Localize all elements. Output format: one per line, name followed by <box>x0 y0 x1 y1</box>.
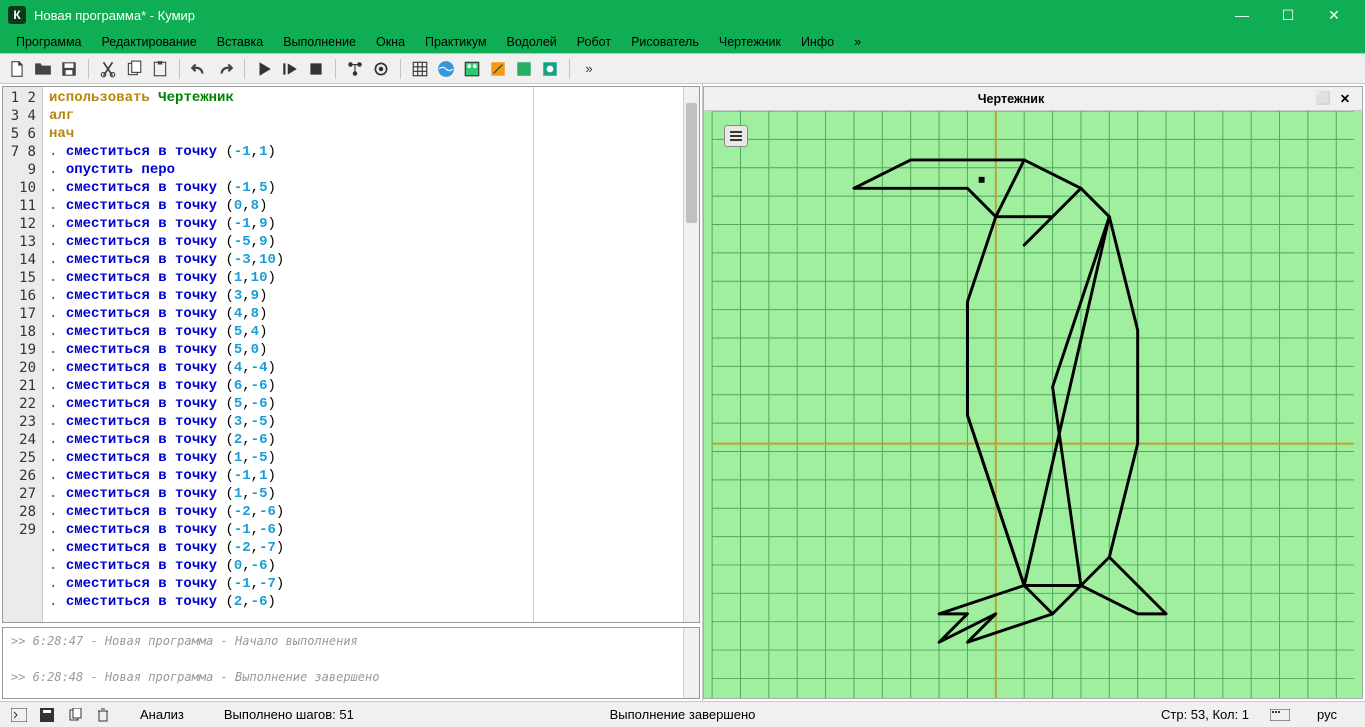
keyboard-icon[interactable] <box>1269 706 1291 724</box>
turtle-icon[interactable] <box>539 58 561 80</box>
undo-icon[interactable] <box>188 58 210 80</box>
step-icon[interactable] <box>279 58 301 80</box>
main-area: 1 2 3 4 5 6 7 8 9 10 11 12 13 14 15 16 1… <box>0 84 1365 701</box>
painter-icon[interactable] <box>487 58 509 80</box>
menu-рисователь[interactable]: Рисователь <box>621 32 709 52</box>
menu-водолей[interactable]: Водолей <box>497 32 567 52</box>
toolbar: » <box>0 54 1365 84</box>
canvas-title: Чертежник <box>710 92 1312 106</box>
menu-редактирование[interactable]: Редактирование <box>92 32 207 52</box>
line-numbers: 1 2 3 4 5 6 7 8 9 10 11 12 13 14 15 16 1… <box>3 87 43 622</box>
menu-программа[interactable]: Программа <box>6 32 92 52</box>
paste-icon[interactable] <box>149 58 171 80</box>
title-bar: К Новая программа* - Кумир — ☐ ✕ <box>0 0 1365 30</box>
canvas-menu-button[interactable] <box>724 125 748 147</box>
window-title: Новая программа* - Кумир <box>34 8 1219 23</box>
status-bar: Анализ Выполнено шагов: 51 Выполнение за… <box>0 701 1365 727</box>
menu-выполнение[interactable]: Выполнение <box>273 32 366 52</box>
console-toggle-icon[interactable] <box>8 706 30 724</box>
menu-»[interactable]: » <box>844 32 871 52</box>
menu-чертежник[interactable]: Чертежник <box>709 32 791 52</box>
delete-status-icon[interactable] <box>92 706 114 724</box>
editor-margin <box>533 87 683 622</box>
new-file-icon[interactable] <box>6 58 28 80</box>
console: >> 6:28:47 - Новая программа - Начало вы… <box>2 627 700 699</box>
maximize-button[interactable]: ☐ <box>1265 0 1311 30</box>
water-icon[interactable] <box>435 58 457 80</box>
save-status-icon[interactable] <box>36 706 58 724</box>
maximize-canvas-icon[interactable]: ⬜ <box>1312 89 1334 109</box>
robot-icon[interactable] <box>461 58 483 80</box>
drawing-panel: Чертежник ⬜ ✕ <box>703 86 1363 699</box>
menu-инфо[interactable]: Инфо <box>791 32 844 52</box>
close-canvas-icon[interactable]: ✕ <box>1334 89 1356 109</box>
cut-icon[interactable] <box>97 58 119 80</box>
status-language: рус <box>1317 707 1337 722</box>
menu-робот[interactable]: Робот <box>567 32 621 52</box>
save-file-icon[interactable] <box>58 58 80 80</box>
copy-status-icon[interactable] <box>64 706 86 724</box>
module-icon[interactable] <box>344 58 366 80</box>
menu-окна[interactable]: Окна <box>366 32 415 52</box>
pen-icon[interactable] <box>513 58 535 80</box>
stop-icon[interactable] <box>305 58 327 80</box>
canvas-area[interactable] <box>704 111 1362 698</box>
redo-icon[interactable] <box>214 58 236 80</box>
console-scrollbar[interactable] <box>683 628 699 698</box>
editor[interactable]: 1 2 3 4 5 6 7 8 9 10 11 12 13 14 15 16 1… <box>2 86 700 623</box>
drawing-canvas <box>704 111 1362 698</box>
app-logo: К <box>8 6 26 24</box>
minimize-button[interactable]: — <box>1219 0 1265 30</box>
status-steps: Выполнено шагов: 51 <box>224 707 354 722</box>
run-icon[interactable] <box>253 58 275 80</box>
menu-практикум[interactable]: Практикум <box>415 32 497 52</box>
left-panel: 1 2 3 4 5 6 7 8 9 10 11 12 13 14 15 16 1… <box>0 84 703 701</box>
grid-icon[interactable] <box>409 58 431 80</box>
code-area[interactable]: использовать Чертежник алг нач . сместит… <box>43 87 533 622</box>
close-button[interactable]: ✕ <box>1311 0 1357 30</box>
more-icon[interactable]: » <box>578 58 600 80</box>
canvas-header: Чертежник ⬜ ✕ <box>704 87 1362 111</box>
menu-вставка[interactable]: Вставка <box>207 32 273 52</box>
record-icon[interactable] <box>370 58 392 80</box>
status-analysis: Анализ <box>140 707 184 722</box>
copy-icon[interactable] <box>123 58 145 80</box>
scrollbar-thumb[interactable] <box>686 103 697 223</box>
status-done: Выполнение завершено <box>610 707 756 722</box>
menu-bar: ПрограммаРедактированиеВставкаВыполнение… <box>0 30 1365 54</box>
status-cursor-pos: Стр: 53, Кол: 1 <box>1161 707 1249 722</box>
console-output[interactable]: >> 6:28:47 - Новая программа - Начало вы… <box>3 628 683 698</box>
open-file-icon[interactable] <box>32 58 54 80</box>
editor-scrollbar[interactable] <box>683 87 699 622</box>
